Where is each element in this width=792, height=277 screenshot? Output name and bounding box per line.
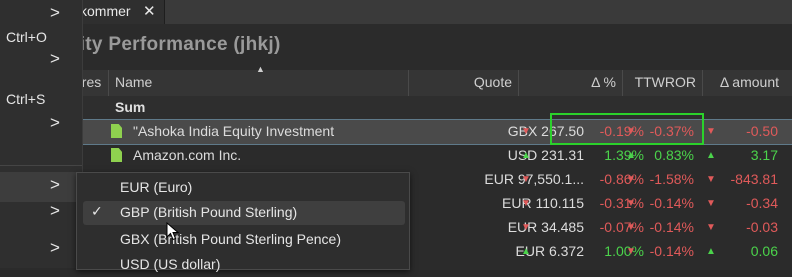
currency-label: USD (US dollar) [120,256,221,272]
currency-option-gbx[interactable]: GBX (British Pound Sterling Pence) [83,228,405,252]
trend-down-icon: ▼ [521,174,531,185]
chevron-right-icon: > [50,3,60,22]
delta-amount-value: 0.06 [750,243,778,259]
mouse-pointer-icon [166,222,180,241]
currency-label: GBX (British Pound Sterling Pence) [120,231,341,247]
quote-value: EUR 110.115 [502,195,584,211]
trend-down-icon: ▼ [706,126,716,137]
delta-amount-value: 3.17 [750,147,778,163]
column-divider[interactable] [622,70,623,96]
column-header-delta-amount[interactable]: Δ amount [720,74,779,90]
editor-tab-strip: kommer ✕ [0,0,792,24]
quote-value: EUR 34.485 [507,219,584,235]
context-menu: > Ctrl+O > Ctrl+S > > > > [0,0,83,268]
currency-option-usd[interactable]: USD (US dollar) [83,253,405,277]
shortcut-label: Ctrl+S [6,91,46,107]
delta-amount-value: -843.81 [730,171,778,187]
trend-up-icon: ▲ [706,246,716,257]
security-name: "Ashoka India Equity Investment [133,123,335,139]
trend-down-icon: ▼ [706,174,716,185]
chevron-right-icon: > [50,238,60,257]
security-document-icon [111,124,122,138]
sort-ascending-icon: ▲ [256,64,265,74]
sum-label: Sum [115,99,146,115]
column-header-delta-pct[interactable]: Δ % [591,74,616,90]
chevron-right-icon: > [50,49,60,68]
menu-item[interactable]: > [0,46,82,76]
delta-pct-value: -0.86% [599,171,644,187]
ttwror-value: -1.58% [649,171,694,187]
table-header: ares Name ▲ Quote Δ % TTWROR Δ amount [66,64,792,97]
trend-down-icon: ▼ [626,174,636,185]
currency-option-gbp[interactable]: ✓ GBP (British Pound Sterling) [83,201,405,225]
ttwror-value: 0.83% [654,147,694,163]
chevron-right-icon: > [50,201,60,220]
chevron-right-icon: > [50,175,60,194]
trend-up-icon: ▲ [706,150,716,161]
delta-amount-value: -0.03 [746,219,778,235]
shortcut-label: Ctrl+O [6,29,47,45]
delta-pct-value: -0.07% [599,219,644,235]
quote-value: USD 231.31 [507,147,584,163]
trend-down-icon: ▼ [626,246,636,257]
tab-label: kommer [80,3,131,19]
table-row[interactable]: Amazon.com Inc. USD 231.31 ▲ 1.39% ▲ 0.8… [66,144,792,168]
menu-divider [0,165,82,166]
trend-down-icon: ▼ [626,198,636,209]
trend-down-icon: ▼ [626,222,636,233]
ttwror-value: -0.14% [649,195,694,211]
trend-down-icon: ▼ [706,198,716,209]
column-divider[interactable] [408,70,409,96]
currency-option-eur[interactable]: EUR (Euro) [83,176,405,200]
delta-amount-value: -0.34 [746,195,778,211]
currency-submenu: EUR (Euro) ✓ GBP (British Pound Sterling… [76,172,410,272]
trend-up-icon: ▲ [626,150,636,161]
page-title: rity Performance (jhkj) [72,34,281,55]
column-divider[interactable] [108,70,109,96]
annotation-highlight-box [550,113,704,145]
close-icon[interactable]: ✕ [143,2,156,20]
quote-value: EUR 97,550.1... [484,171,584,187]
trend-down-icon: ▼ [521,198,531,209]
delta-pct-value: 1.39% [604,147,644,163]
column-header-ttwror[interactable]: TTWROR [635,74,696,90]
security-name: Amazon.com Inc. [133,147,242,163]
column-divider[interactable] [518,70,519,96]
column-divider[interactable] [702,70,703,96]
currency-label: EUR (Euro) [120,179,193,195]
currency-label: GBP (British Pound Sterling) [120,204,298,220]
column-header-quote[interactable]: Quote [474,74,512,90]
trend-up-icon: ▲ [521,246,531,257]
trend-down-icon: ▼ [706,222,716,233]
delta-amount-value: -0.50 [746,123,778,139]
trend-down-icon: ▼ [521,126,531,137]
security-document-icon [111,148,122,162]
delta-pct-value: -0.31% [599,195,644,211]
menu-item[interactable]: > [0,235,82,265]
checkmark-icon: ✓ [91,203,103,219]
ttwror-value: -0.14% [649,219,694,235]
trend-up-icon: ▲ [521,150,531,161]
menu-item[interactable]: > [0,110,82,140]
chevron-right-icon: > [50,113,60,132]
delta-pct-value: 1.00% [604,243,644,259]
trend-down-icon: ▼ [521,222,531,233]
column-header-name[interactable]: Name [115,74,152,90]
menu-item[interactable]: > [0,198,82,228]
ttwror-value: -0.14% [649,243,694,259]
